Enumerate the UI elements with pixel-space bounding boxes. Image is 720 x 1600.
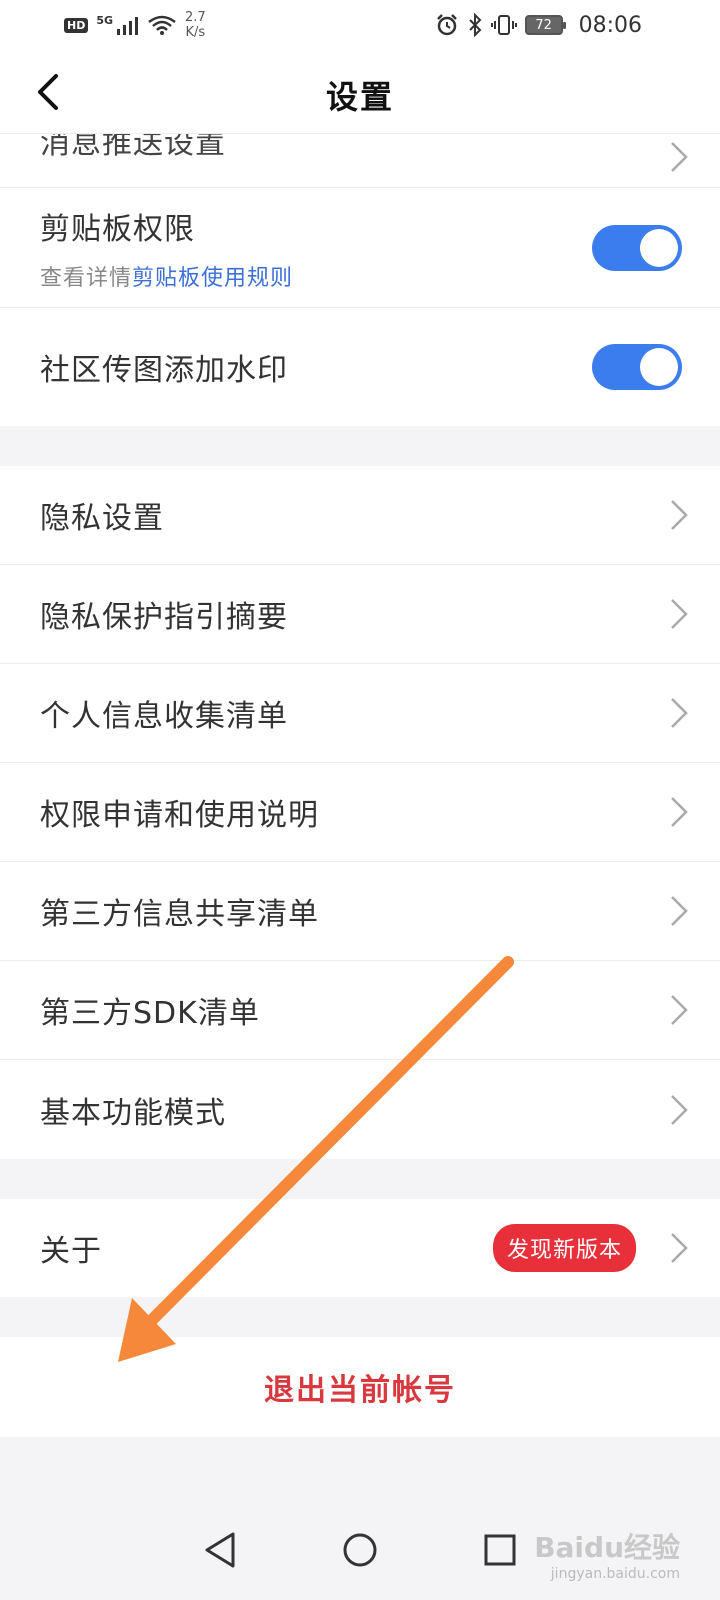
settings-item-personal-info[interactable]: 个人信息收集清单 bbox=[0, 664, 720, 763]
wifi-icon bbox=[148, 15, 176, 35]
logout-button[interactable]: 退出当前帐号 bbox=[0, 1337, 720, 1437]
settings-item-third-party-sdk[interactable]: 第三方SDK清单 bbox=[0, 961, 720, 1060]
chevron-right-icon bbox=[671, 142, 688, 172]
status-left: HD 5G 2.7 K/s bbox=[64, 10, 206, 40]
settings-item-label: 消息推送设置 bbox=[40, 134, 226, 161]
watermark: Baidu经验 jingyan.baidu.com bbox=[534, 1526, 680, 1582]
nav-recents-button[interactable] bbox=[475, 1525, 525, 1575]
status-bar: HD 5G 2.7 K/s 72 08:06 bbox=[0, 0, 720, 50]
settings-item-privacy[interactable]: 隐私设置 bbox=[0, 466, 720, 565]
clipboard-label: 剪贴板权限 bbox=[40, 211, 195, 247]
settings-group-general: 消息推送设置 剪贴板权限 查看详情剪贴板使用规则 社区传图添加水印 bbox=[0, 134, 720, 426]
status-right: 72 08:06 bbox=[435, 13, 642, 38]
clipboard-rules-link[interactable]: 剪贴板使用规则 bbox=[132, 266, 293, 291]
settings-item-label: 个人信息收集清单 bbox=[40, 699, 288, 734]
network-label: 5G bbox=[96, 13, 114, 27]
settings-item-label: 隐私设置 bbox=[40, 501, 164, 536]
circle-home-icon bbox=[343, 1533, 377, 1567]
vibrate-icon bbox=[490, 15, 517, 35]
chevron-right-icon bbox=[671, 797, 688, 827]
network-speed: 2.7 K/s bbox=[185, 10, 206, 40]
page-title: 设置 bbox=[325, 78, 394, 116]
speed-value: 2.7 bbox=[185, 10, 206, 25]
clipboard-sub-prefix: 查看详情 bbox=[40, 265, 133, 291]
watermark-brand: Baidu经验 bbox=[534, 1531, 680, 1564]
settings-item-label: 隐私保护指引摘要 bbox=[40, 600, 288, 635]
settings-item-clipboard: 剪贴板权限 查看详情剪贴板使用规则 bbox=[0, 188, 720, 308]
chevron-right-icon bbox=[671, 995, 688, 1025]
chevron-right-icon bbox=[671, 1233, 688, 1263]
settings-content[interactable]: 消息推送设置 剪贴板权限 查看详情剪贴板使用规则 社区传图添加水印 隐私设置 隐… bbox=[0, 134, 720, 1500]
watermark-label: 社区传图添加水印 bbox=[40, 353, 288, 388]
signal-icon bbox=[117, 17, 139, 35]
nav-header: 设置 bbox=[0, 50, 720, 134]
clipboard-toggle[interactable] bbox=[592, 224, 682, 271]
section-gap bbox=[0, 426, 720, 466]
clipboard-subtext: 查看详情剪贴板使用规则 bbox=[40, 260, 293, 292]
settings-item-label: 第三方信息共享清单 bbox=[40, 897, 319, 932]
about-label: 关于 bbox=[40, 1234, 102, 1269]
toggle-knob bbox=[640, 228, 678, 267]
toggle-knob bbox=[640, 348, 678, 386]
watermark-url: jingyan.baidu.com bbox=[550, 1566, 680, 1582]
settings-item-privacy-guide[interactable]: 隐私保护指引摘要 bbox=[0, 565, 720, 664]
hd-badge: HD bbox=[64, 17, 89, 33]
section-gap bbox=[0, 1159, 720, 1199]
section-gap bbox=[0, 1297, 720, 1337]
square-recents-icon bbox=[484, 1534, 516, 1566]
chevron-right-icon bbox=[671, 599, 688, 629]
settings-item-push[interactable]: 消息推送设置 bbox=[0, 134, 720, 188]
alarm-icon bbox=[436, 14, 457, 36]
nav-back-button[interactable] bbox=[195, 1525, 245, 1575]
settings-group-about: 关于 发现新版本 bbox=[0, 1199, 720, 1297]
chevron-right-icon bbox=[671, 1094, 688, 1125]
settings-item-about[interactable]: 关于 发现新版本 bbox=[0, 1199, 720, 1297]
nav-home-button[interactable] bbox=[335, 1525, 385, 1575]
logout-label: 退出当前帐号 bbox=[264, 1373, 456, 1408]
watermark-toggle[interactable] bbox=[592, 344, 682, 390]
settings-item-label: 基本功能模式 bbox=[40, 1095, 226, 1131]
triangle-back-icon bbox=[205, 1532, 235, 1568]
chevron-right-icon bbox=[671, 500, 688, 530]
settings-item-permissions[interactable]: 权限申请和使用说明 bbox=[0, 763, 720, 862]
settings-item-basic-mode[interactable]: 基本功能模式 bbox=[0, 1060, 720, 1159]
settings-item-label: 第三方SDK清单 bbox=[40, 996, 260, 1031]
status-time: 08:06 bbox=[578, 12, 642, 38]
settings-item-third-party-sharing[interactable]: 第三方信息共享清单 bbox=[0, 862, 720, 961]
settings-group-privacy: 隐私设置 隐私保护指引摘要 个人信息收集清单 权限申请和使用说明 第三方信息共享… bbox=[0, 466, 720, 1159]
bluetooth-icon bbox=[468, 13, 482, 37]
speed-unit: K/s bbox=[185, 25, 206, 40]
battery-indicator: 72 bbox=[524, 15, 566, 35]
new-version-badge: 发现新版本 bbox=[492, 1224, 636, 1272]
chevron-right-icon bbox=[671, 896, 688, 926]
settings-item-label: 权限申请和使用说明 bbox=[40, 798, 319, 833]
settings-item-watermark: 社区传图添加水印 bbox=[0, 308, 720, 426]
chevron-right-icon bbox=[671, 698, 688, 728]
